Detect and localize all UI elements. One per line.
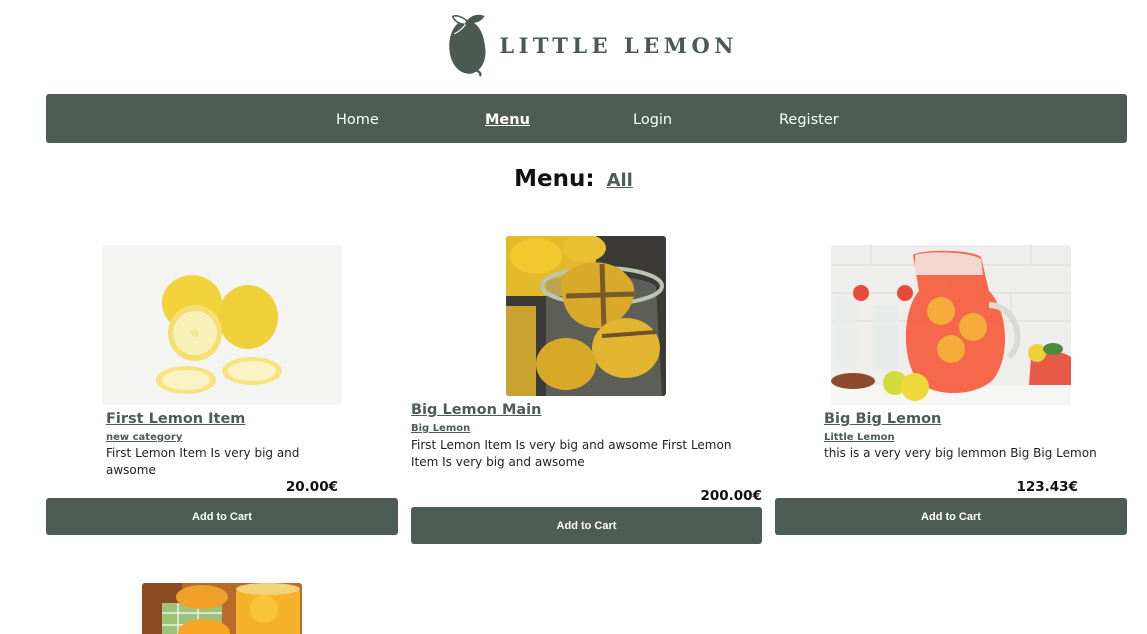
lemon-curd-jars-image[interactable] (142, 583, 302, 634)
price-value: 200.00 (700, 488, 753, 504)
currency-symbol: € (328, 479, 338, 495)
category-filter-all-link[interactable]: All (607, 170, 633, 191)
price-value: 20.00 (285, 479, 329, 495)
nav-register-link[interactable]: Register (779, 94, 839, 143)
price-value: 123.43 (1016, 479, 1069, 495)
menu-item-description: First Lemon Item Is very big and awsome … (411, 438, 732, 469)
menu-item-price: 123.43€ (958, 479, 1078, 495)
currency-symbol: € (1068, 479, 1078, 495)
add-to-cart-button[interactable]: Add to Cart (46, 498, 398, 535)
menu-item-category-link[interactable]: Little Lemon (824, 432, 895, 443)
currency-symbol: € (752, 488, 762, 504)
lemon-logo-icon (449, 14, 486, 77)
menu-heading-label: Menu: (514, 166, 595, 192)
page: LITTLE LEMON Home Menu Login Register Me… (0, 0, 1147, 634)
nav-home-link[interactable]: Home (336, 94, 379, 143)
menu-item-title-link[interactable]: First Lemon Item (106, 411, 245, 427)
brand-name: LITTLE LEMON (499, 32, 738, 58)
nav-menu-link[interactable]: Menu (485, 94, 530, 143)
menu-item-title-link[interactable]: Big Big Lemon (824, 411, 941, 427)
nav-login-link[interactable]: Login (633, 94, 672, 143)
brand-logo[interactable]: LITTLE LEMON (448, 4, 738, 86)
menu-item-price: 20.00€ (220, 479, 338, 495)
main-navbar: Home Menu Login Register (46, 94, 1127, 143)
menu-item-category-link[interactable]: new category (106, 432, 182, 443)
menu-item-title-link[interactable]: Big Lemon Main (411, 402, 541, 418)
preserved-lemons-jar-image[interactable] (506, 236, 666, 396)
add-to-cart-button[interactable]: Add to Cart (775, 498, 1127, 535)
add-to-cart-button[interactable]: Add to Cart (411, 507, 762, 544)
menu-item-category-link[interactable]: Big Lemon (411, 423, 470, 434)
menu-item-description: this is a very very big lemmon Big Big L… (824, 446, 1097, 460)
menu-item-description: First Lemon Item Is very big and awsome (106, 446, 300, 477)
menu-item-price: 200.00€ (640, 488, 762, 504)
lemonade-pitcher-image[interactable] (831, 245, 1071, 405)
page-title: Menu: All (0, 166, 1147, 192)
lemons-on-white-image[interactable] (102, 245, 342, 405)
